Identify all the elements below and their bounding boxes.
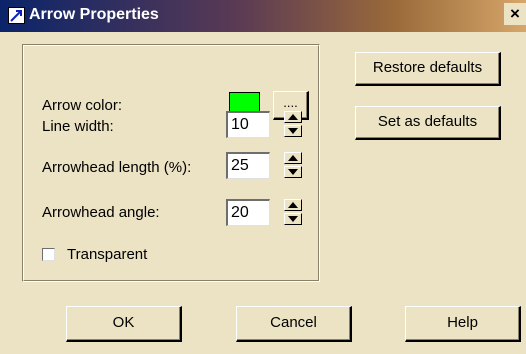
arrow-down-icon <box>288 128 298 134</box>
transparent-label[interactable]: Transparent <box>67 246 147 263</box>
line-width-spinner[interactable] <box>284 111 302 137</box>
arrowhead-angle-label: Arrowhead angle: <box>42 204 160 221</box>
window-title: Arrow Properties <box>29 6 159 23</box>
arrow-color-label: Arrow color: <box>42 97 123 114</box>
cancel-button[interactable]: Cancel <box>236 306 352 342</box>
arrowhead-length-spinner[interactable] <box>284 152 302 178</box>
arrow-down-icon <box>288 169 298 175</box>
arrowhead-length-up-button[interactable] <box>284 152 302 164</box>
arrow-up-icon <box>288 114 298 120</box>
line-width-down-button[interactable] <box>284 125 302 137</box>
line-width-input[interactable]: 10 <box>226 111 270 138</box>
help-button[interactable]: Help <box>405 306 521 342</box>
arrowhead-angle-up-button[interactable] <box>284 199 302 211</box>
arrowhead-angle-down-button[interactable] <box>284 213 302 225</box>
line-width-up-button[interactable] <box>284 111 302 123</box>
arrow-up-icon <box>288 202 298 208</box>
arrow-tool-icon <box>8 7 25 24</box>
set-as-defaults-button[interactable]: Set as defaults <box>355 106 501 140</box>
line-width-label: Line width: <box>42 118 114 135</box>
arrowhead-length-label: Arrowhead length (%): <box>42 159 192 176</box>
arrow-up-icon <box>288 155 298 161</box>
arrowhead-angle-input[interactable]: 20 <box>226 199 270 226</box>
arrowhead-angle-spinner[interactable] <box>284 199 302 225</box>
close-button[interactable]: × <box>504 3 526 25</box>
arrow-down-icon <box>288 216 298 222</box>
arrowhead-length-input[interactable]: 25 <box>226 152 270 179</box>
arrowhead-length-down-button[interactable] <box>284 166 302 178</box>
transparent-checkbox[interactable] <box>42 248 55 261</box>
ok-button[interactable]: OK <box>66 306 182 342</box>
title-bar[interactable]: Arrow Properties <box>0 0 526 32</box>
restore-defaults-button[interactable]: Restore defaults <box>355 52 501 86</box>
